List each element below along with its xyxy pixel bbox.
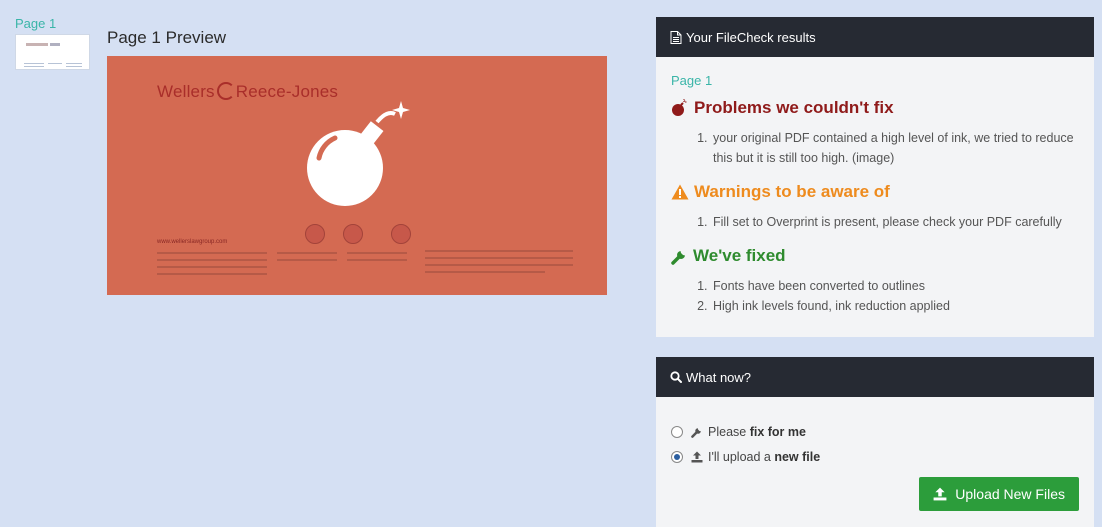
warning-icon — [671, 184, 689, 200]
preview-logo: Wellers Reece-Jones — [157, 82, 339, 101]
page-thumbnail-group[interactable]: Page 1 — [15, 16, 90, 70]
what-now-header: What now? — [656, 357, 1094, 397]
wrench-icon — [691, 427, 701, 438]
results-header-title: Your FileCheck results — [686, 29, 816, 45]
bomb-icon — [307, 101, 410, 206]
page-preview: Wellers Reece-Jones www.wellerslawgroup.c… — [107, 56, 607, 295]
bomb-icon — [672, 99, 687, 116]
filecheck-results-panel: Your FileCheck results Page 1 Problems w… — [656, 17, 1094, 337]
option-fix-for-me[interactable]: Please fix for me — [671, 419, 1094, 444]
upload-option-label: I'll upload a new file — [708, 449, 821, 464]
problems-heading: Problems we couldn't fix — [671, 98, 1094, 118]
problems-list: your original PDF contained a high level… — [711, 128, 1094, 168]
preview-title: Page 1 Preview — [107, 28, 227, 47]
search-icon — [670, 371, 682, 383]
fixed-heading: We've fixed — [671, 246, 1094, 266]
what-now-panel: What now? Please fix for me I'll upload … — [656, 357, 1094, 527]
option-upload-new-file[interactable]: I'll upload a new file — [671, 444, 1094, 469]
results-header: Your FileCheck results — [656, 17, 1094, 57]
thumbnail-label[interactable]: Page 1 — [15, 16, 90, 31]
page-thumbnail[interactable] — [15, 34, 90, 70]
fix-option-label: Please fix for me — [708, 424, 806, 439]
warnings-list: Fill set to Overprint is present, please… — [711, 212, 1094, 232]
fixed-list: Fonts have been converted to outlines Hi… — [711, 276, 1094, 316]
warnings-heading: Warnings to be aware of — [671, 182, 1094, 202]
wrench-icon — [671, 250, 685, 265]
list-item: Fill set to Overprint is present, please… — [711, 212, 1094, 232]
list-item: your original PDF contained a high level… — [711, 128, 1094, 168]
list-item: High ink levels found, ink reduction app… — [711, 296, 1094, 316]
list-item: Fonts have been converted to outlines — [711, 276, 1094, 296]
document-icon — [670, 30, 682, 44]
fix-for-me-radio[interactable] — [671, 425, 683, 438]
upload-new-files-button[interactable]: Upload New Files — [919, 477, 1079, 511]
results-page-label: Page 1 — [671, 73, 713, 88]
preview-website: www.wellerslawgroup.com — [157, 239, 228, 245]
upload-new-file-radio[interactable] — [671, 450, 683, 463]
upload-icon — [933, 487, 947, 501]
upload-icon — [691, 451, 703, 462]
